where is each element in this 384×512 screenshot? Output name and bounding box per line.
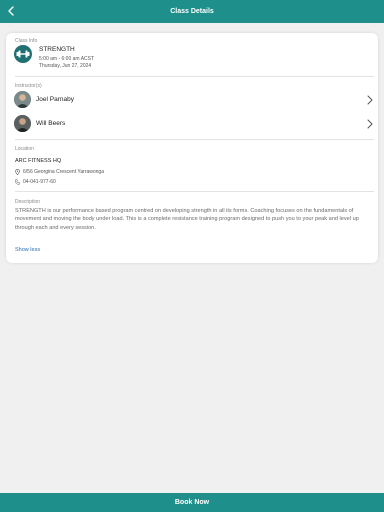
divider	[15, 139, 374, 140]
chevron-right-icon	[367, 95, 373, 105]
class-time: 5:00 am - 6:00 am ACST	[39, 56, 95, 62]
class-info-label: Class Info	[15, 38, 38, 44]
instructors-label: Instructor(s)	[15, 83, 42, 89]
back-button[interactable]	[4, 3, 18, 19]
chevron-left-icon	[8, 6, 14, 16]
phone-row[interactable]: 04-041-977-60	[15, 179, 56, 185]
avatar	[14, 91, 31, 108]
class-date: Thursday, Jun 27, 2024	[39, 63, 92, 69]
address-row[interactable]: 6/56 Georgina Crescent Yarrawonga	[15, 169, 104, 175]
map-pin-icon	[15, 169, 20, 175]
description-text: STRENGTH is our performance based progra…	[15, 208, 359, 231]
class-name: STRENGTH	[39, 46, 75, 53]
book-now-label: Book Now	[174, 499, 210, 506]
location-label: Location	[15, 146, 34, 152]
instructor-row[interactable]: Joel Parnaby	[14, 90, 375, 110]
class-details-card: Class Info STRENGTH 5:00 am - 6:00 am AC…	[6, 33, 378, 263]
instructor-row[interactable]: Will Beers	[14, 114, 375, 134]
chevron-right-icon	[367, 119, 373, 129]
phone-icon	[15, 179, 20, 185]
avatar	[14, 115, 31, 132]
page-title: Class Details	[170, 8, 214, 15]
location-address: 6/56 Georgina Crescent Yarrawonga	[23, 169, 104, 175]
divider	[15, 191, 374, 192]
instructor-name: Will Beers	[36, 120, 66, 127]
book-now-button[interactable]: Book Now	[0, 493, 384, 512]
location-name: ARC FITNESS HQ	[15, 158, 62, 164]
show-less-link[interactable]: Show less	[15, 247, 40, 253]
header-bar: Class Details	[0, 0, 384, 23]
instructor-name: Joel Parnaby	[36, 96, 74, 103]
location-phone: 04-041-977-60	[23, 179, 56, 185]
class-icon	[14, 45, 32, 63]
description-label: Description	[15, 199, 41, 205]
dumbbell-icon	[16, 50, 30, 58]
divider	[15, 76, 374, 77]
